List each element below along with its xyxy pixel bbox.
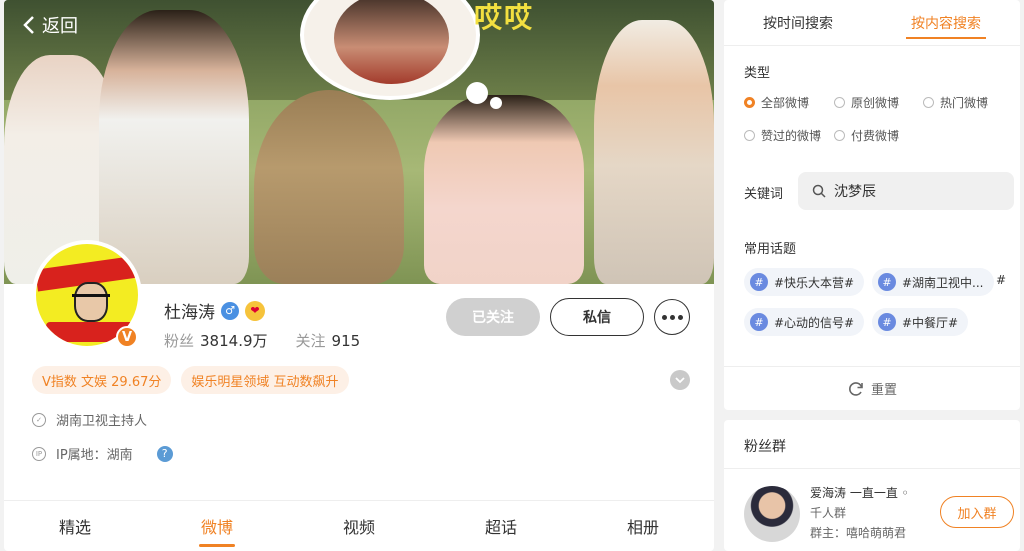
page: 哎哎 返回 V 杜海涛 ♂ ❤ 粉丝 3814.9万 关注 915 已关注 私信 V… xyxy=(0,0,1024,551)
type-label: 类型 xyxy=(744,66,771,81)
message-button[interactable]: 私信 xyxy=(550,298,644,336)
topic-chip[interactable]: # #湖南卫视中... xyxy=(872,268,994,296)
reset-button[interactable]: 重置 xyxy=(724,366,1020,410)
tab-album[interactable]: 相册 xyxy=(572,501,714,551)
hash-icon: # xyxy=(878,313,896,331)
radio-liked[interactable]: 赞过的微博 xyxy=(744,127,821,144)
topic-chip[interactable]: # #心动的信号# xyxy=(744,308,865,336)
profile-card: 哎哎 返回 V 杜海涛 ♂ ❤ 粉丝 3814.9万 关注 915 已关注 私信 V… xyxy=(4,0,714,551)
topic-text: #心动的信号# xyxy=(774,315,855,330)
topic-text: #湖南卫视中... xyxy=(902,275,984,290)
following-stat[interactable]: 关注 915 xyxy=(296,330,361,351)
radio-all-label: 全部微博 xyxy=(761,96,810,110)
radio-paid-label: 付费微博 xyxy=(851,129,900,143)
group-owner: 群主：嘻哈萌萌君 xyxy=(810,526,907,540)
keyword-input[interactable]: 沈梦辰 xyxy=(798,172,1014,210)
profile-tags: V指数 文娱 29.67分 娱乐明星领域 互动数飙升 xyxy=(32,366,349,394)
topic-chip[interactable]: # #快乐大本营# xyxy=(744,268,865,296)
fans-group-title: 粉丝群 xyxy=(744,439,786,455)
radio-hot[interactable]: 热门微博 xyxy=(923,94,988,111)
profile-name: 杜海涛 xyxy=(164,303,215,323)
following-value: 915 xyxy=(331,332,361,350)
tab-search-by-content[interactable]: 按内容搜索 xyxy=(872,0,1020,45)
followed-button[interactable]: 已关注 xyxy=(446,298,540,336)
join-group-button[interactable]: 加入群 xyxy=(940,496,1014,528)
reset-label: 重置 xyxy=(870,383,897,398)
emoji-icon: ❤ xyxy=(245,300,265,321)
back-button[interactable]: 返回 xyxy=(22,12,78,38)
v-index-tag[interactable]: V指数 文娱 29.67分 xyxy=(32,366,172,394)
radio-paid[interactable]: 付费微博 xyxy=(834,127,899,144)
group-avatar[interactable] xyxy=(744,486,800,542)
hash-icon: # xyxy=(750,313,768,331)
tab-featured[interactable]: 精选 xyxy=(4,501,146,551)
radio-original-label: 原创微博 xyxy=(851,96,900,110)
hash-icon: # xyxy=(878,273,896,291)
topics-label: 常用话题 xyxy=(744,242,797,257)
fans-group-card: 粉丝群 爱海涛 一直一直 ◦ 千人群 群主：嘻哈萌萌君 加入群 xyxy=(724,420,1020,551)
search-panel: 按时间搜索 按内容搜索 类型 全部微博 原创微博 热门微博 赞过的微博 付费微博… xyxy=(724,0,1020,410)
keyword-value: 沈梦辰 xyxy=(834,184,876,200)
fans-label: 粉丝 xyxy=(164,332,195,350)
more-dot xyxy=(669,314,675,320)
tab-video[interactable]: 视频 xyxy=(288,501,430,551)
topic-text: #中餐厅# xyxy=(902,315,959,330)
topic-text: #快乐大本营# xyxy=(774,275,855,290)
tab-search-by-time[interactable]: 按时间搜索 xyxy=(724,0,872,45)
radio-liked-label: 赞过的微博 xyxy=(761,129,822,143)
tab-weibo[interactable]: 微博 xyxy=(146,501,288,551)
group-name[interactable]: 爱海涛 一直一直 ◦ xyxy=(810,484,909,501)
hash-icon: # xyxy=(750,273,768,291)
shield-icon: ✓ xyxy=(32,412,46,427)
fans-stat[interactable]: 粉丝 3814.9万 xyxy=(164,330,268,351)
bio-text: 湖南卫视主持人 xyxy=(56,414,148,429)
profile-tabs: 精选 微博 视频 超话 相册 xyxy=(4,500,714,551)
cover-text: 哎哎 xyxy=(474,1,535,34)
male-icon: ♂ xyxy=(221,301,239,320)
following-label: 关注 xyxy=(295,332,326,350)
stats: 粉丝 3814.9万 关注 915 xyxy=(164,330,360,351)
bio-row: ✓ 湖南卫视主持人 xyxy=(32,410,147,429)
radio-hot-label: 热门微博 xyxy=(940,96,989,110)
refresh-icon xyxy=(849,381,863,396)
keyword-label: 关键词 xyxy=(744,187,784,202)
name-row: 杜海涛 ♂ ❤ xyxy=(164,298,265,323)
radio-all[interactable]: 全部微博 xyxy=(744,94,809,111)
group-size: 千人群 xyxy=(810,506,847,520)
radio-original[interactable]: 原创微博 xyxy=(834,94,899,111)
help-icon[interactable]: ? xyxy=(156,445,173,462)
more-dot xyxy=(661,314,667,320)
domain-tag[interactable]: 娱乐明星领域 互动数飙升 xyxy=(181,366,349,394)
ip-row: IP IP属地：湖南 ? xyxy=(32,444,173,463)
tab-supertopic[interactable]: 超话 xyxy=(430,501,572,551)
cover-image: 哎哎 返回 xyxy=(4,0,714,284)
back-label: 返回 xyxy=(42,16,78,37)
more-button[interactable] xyxy=(654,299,690,335)
chevron-left-icon xyxy=(23,16,34,34)
topic-chip[interactable]: # #中餐厅# xyxy=(872,308,969,336)
ip-icon: IP xyxy=(32,446,46,461)
search-icon xyxy=(812,184,826,198)
ip-text: IP属地：湖南 xyxy=(56,448,133,463)
more-dot xyxy=(677,314,683,320)
verified-badge: V xyxy=(116,326,138,348)
expand-icon[interactable] xyxy=(670,370,690,390)
divider xyxy=(724,468,1020,469)
fans-value: 3814.9万 xyxy=(200,332,268,350)
search-tabs: 按时间搜索 按内容搜索 xyxy=(724,0,1020,46)
topic-more: # xyxy=(996,273,1007,287)
